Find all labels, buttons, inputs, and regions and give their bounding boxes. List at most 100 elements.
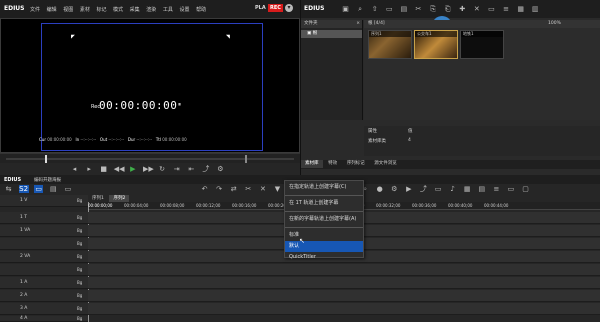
timeline-logo: EDIUS — [4, 177, 22, 183]
monitor-icon[interactable]: ▭ — [487, 5, 496, 13]
main-menu: 文件 编辑 视图 素材 标记 模式 采集 渲染 工具 设置 帮助 — [30, 6, 211, 13]
track-header[interactable]: 1 V Bg — [0, 195, 88, 207]
track-header[interactable]: 4 A Bg — [0, 316, 88, 322]
dur-value: --:--:--:-- — [136, 137, 153, 142]
track-row[interactable] — [88, 290, 600, 302]
clip-area: 根 [4/4] 100% 序列1 公交车1 地铁1 — [364, 20, 600, 120]
loop-icon[interactable]: ↻ — [158, 165, 167, 173]
track-header[interactable]: 2 VA Bg — [0, 251, 88, 263]
ttl-value: 00:00:00:00 — [162, 137, 187, 142]
folder-tree-header: 文件夹 × — [301, 20, 362, 28]
app-logo: EDIUS — [4, 5, 25, 12]
rewind-icon[interactable]: ◀◀ — [114, 165, 125, 173]
folder-icon[interactable]: ▣ — [341, 5, 350, 13]
menu-capture[interactable]: 采集 — [130, 6, 140, 13]
menu-view[interactable]: 视图 — [63, 6, 73, 13]
scrubber-handle-end[interactable] — [245, 155, 247, 163]
grid-view-icon[interactable]: ▦ — [516, 5, 525, 13]
ttl-label: Ttl — [155, 137, 161, 142]
player-timecode: 00:00:00:00 — [99, 99, 178, 112]
properties-panel: 属性 值 素材库类 4 — [364, 126, 600, 156]
menu-item-standard[interactable]: 标准 — [285, 230, 363, 241]
track-row[interactable] — [88, 264, 600, 276]
menu-file[interactable]: 文件 — [30, 6, 40, 13]
out-value: --:--:--:-- — [108, 137, 125, 142]
tc-info-line: Cur 00:00:00:00 In --:--:--:-- Out --:--… — [39, 137, 187, 142]
project-name: 编码开题海报 — [34, 178, 61, 183]
corner-marker-icon: ◥ — [226, 34, 230, 40]
menu-bar: EDIUS 文件 编辑 视图 素材 标记 模式 采集 渲染 工具 设置 帮助 P… — [0, 0, 300, 18]
paste-icon[interactable]: ⎗ — [443, 5, 452, 13]
menu-mode[interactable]: 模式 — [113, 6, 123, 13]
list-view-icon[interactable]: ≡ — [502, 5, 511, 13]
set-out-icon[interactable]: ▸ — [85, 165, 94, 173]
overwrite-icon[interactable]: ⇤ — [187, 165, 196, 173]
bin-panel: EDIUS ▣ ⌕ ⇧ ▭ ▤ ✂ ⎘ ⎗ ✚ ✕ ▭ ≡ ▦ ▥ ↖ 文件夹 … — [300, 0, 600, 175]
track-header[interactable]: Bg — [0, 264, 88, 276]
track-header[interactable]: 3 A Bg — [0, 303, 88, 315]
add-clip-icon[interactable]: ✚ — [458, 5, 467, 13]
export-icon[interactable]: ⤴ — [201, 165, 210, 173]
menu-edit[interactable]: 编辑 — [47, 6, 57, 13]
track-row[interactable] — [88, 303, 600, 315]
player-transport: ◂ ▸ ■ ◀◀ ▶ ▶▶ ↻ ⇥ ⇤ ⤴ ⚙ — [0, 163, 300, 175]
pla-button[interactable]: PLA — [255, 5, 266, 11]
bin-logo: EDIUS — [304, 5, 325, 12]
player-scrubber[interactable] — [0, 153, 300, 163]
cut-icon[interactable]: ✂ — [414, 5, 423, 13]
tab-bin[interactable]: 素材库 — [301, 160, 323, 168]
menu-separator — [285, 227, 363, 228]
tab-sequence-markers[interactable]: 序列标记 — [343, 160, 369, 168]
tab-source-browser[interactable]: 源文件浏览 — [370, 160, 401, 168]
rec-button[interactable]: REC — [268, 4, 283, 12]
close-icon[interactable]: × — [356, 20, 360, 28]
set-in-icon[interactable]: ◂ — [70, 165, 79, 173]
menu-help[interactable]: 帮助 — [196, 6, 206, 13]
prop-row-label: 素材库类 — [368, 139, 386, 144]
menu-render[interactable]: 渲染 — [146, 6, 156, 13]
window-menu-icon[interactable]: ▾ — [285, 4, 293, 12]
copy-icon[interactable]: ⎘ — [429, 5, 438, 13]
clip-path-bar: 根 [4/4] 100% — [364, 20, 600, 28]
menu-tools[interactable]: 工具 — [163, 6, 173, 13]
fast-forward-icon[interactable]: ▶▶ — [143, 165, 154, 173]
settings-icon[interactable]: ⚙ — [216, 165, 225, 173]
track-header[interactable]: 1 A Bg — [0, 277, 88, 289]
insert-icon[interactable]: ⇥ — [172, 165, 181, 173]
clip-thumbnail[interactable]: 地铁1 — [460, 30, 504, 59]
menu-settings[interactable]: 设置 — [179, 6, 189, 13]
search-icon[interactable]: ⌕ — [356, 5, 365, 13]
stop-icon[interactable]: ■ — [99, 165, 108, 173]
properties-icon[interactable]: ▥ — [531, 5, 540, 13]
save-icon[interactable]: ▤ — [399, 5, 408, 13]
menu-item-quicktitler[interactable]: QuickTitler — [285, 252, 363, 263]
tab-effects[interactable]: 特效 — [324, 160, 341, 168]
menu-clip[interactable]: 素材 — [80, 6, 90, 13]
folder-root[interactable]: ▣ 根 — [301, 30, 362, 38]
play-icon[interactable]: ▶ — [128, 165, 137, 173]
menu-item-create-title-on-track[interactable]: 在指定轨道上创建字幕(C) — [285, 182, 363, 193]
open-folder-icon[interactable]: ▭ — [385, 5, 394, 13]
menu-item-default[interactable]: 默认 — [285, 241, 363, 252]
scrubber-handle[interactable] — [45, 155, 47, 163]
track-row[interactable] — [88, 277, 600, 289]
clip-thumbnail[interactable]: 序列1 — [368, 30, 412, 59]
cur-value: 00:00:00:00 — [47, 137, 72, 142]
clip-thumbnail[interactable]: 公交车1 — [414, 30, 458, 59]
track-header[interactable]: 1 VA Bg — [0, 225, 88, 237]
pause-indicator-icon: ⏸ — [178, 101, 182, 108]
menu-marker[interactable]: 标记 — [96, 6, 106, 13]
clip-label: 地铁1 — [461, 31, 503, 37]
menu-item-create-title-new-track[interactable]: 在新的字幕轨道上创建字幕(A) — [285, 214, 363, 225]
menu-separator — [285, 211, 363, 212]
bin-tabs: 素材库 特效 序列标记 源文件浏览 — [301, 160, 600, 169]
player-monitor[interactable]: ◤ ◥ Rec 00:00:00:00 ⏸ Cur 00:00:00:00 In… — [0, 18, 300, 153]
up-folder-icon[interactable]: ⇧ — [370, 5, 379, 13]
mouse-cursor-icon: ↖ — [299, 237, 305, 245]
delete-icon[interactable]: ✕ — [472, 5, 481, 13]
menu-item-create-title-on-1t[interactable]: 在 1T 轨道上创建字幕 — [285, 198, 363, 209]
zoom-level: 100% — [548, 21, 561, 26]
track-header[interactable]: 1 T Bg — [0, 212, 88, 224]
track-header[interactable]: Bg — [0, 238, 88, 250]
track-header[interactable]: 2 A Bg — [0, 290, 88, 302]
